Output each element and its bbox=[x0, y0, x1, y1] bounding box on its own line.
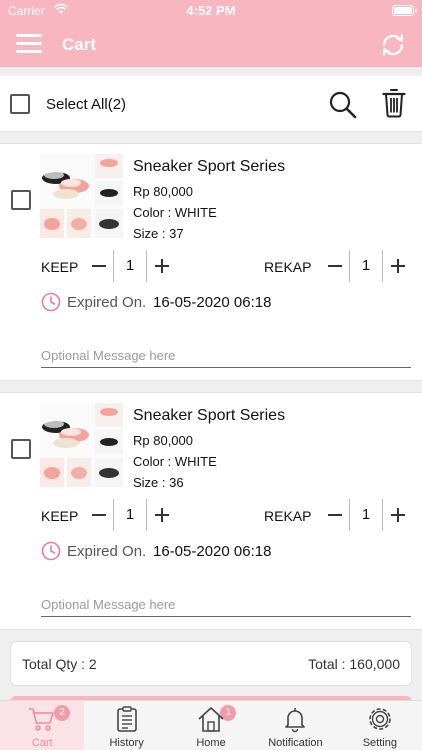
bell-icon bbox=[285, 708, 306, 733]
keep-minus-button[interactable] bbox=[84, 499, 114, 531]
product-size: Size : 37 bbox=[133, 226, 184, 241]
expired-label: Expired On. bbox=[67, 294, 147, 311]
product-name: Sneaker Sport Series bbox=[133, 407, 286, 424]
select-all-label[interactable]: Select All(2) bbox=[46, 96, 126, 113]
product-size: Size : 36 bbox=[133, 475, 184, 490]
rekap-minus-button[interactable] bbox=[320, 250, 350, 282]
gear-icon bbox=[369, 708, 391, 730]
header-bar: Cart bbox=[0, 22, 422, 67]
tab-home[interactable]: Home bbox=[169, 701, 253, 750]
cart-totals: Total Qty : 2 Total : 160,000 bbox=[10, 641, 412, 686]
rekap-quantity-value: 1 bbox=[361, 506, 371, 523]
keep-quantity-value: 1 bbox=[125, 506, 135, 523]
cart-item: Sneaker Sport Series Rp 80,000 Color : W… bbox=[0, 392, 422, 630]
tab-cart[interactable]: 2 Cart bbox=[0, 701, 85, 750]
tab-history[interactable]: 1 History bbox=[84, 701, 237, 750]
product-color: Color : WHITE bbox=[133, 454, 217, 469]
optional-message-input[interactable] bbox=[41, 344, 411, 368]
cart-badge: 2 bbox=[54, 705, 70, 721]
clock-icon bbox=[41, 292, 61, 312]
total-amount: Total : 160,000 bbox=[308, 656, 400, 672]
expired-value: 16-05-2020 06:18 bbox=[153, 543, 272, 560]
rekap-quantity-stepper: 1 bbox=[320, 499, 412, 531]
clipboard-icon bbox=[116, 706, 137, 732]
keep-quantity-stepper: 1 bbox=[84, 499, 176, 531]
tab-label-home: Home bbox=[196, 737, 226, 749]
product-price: Rp 80,000 bbox=[133, 184, 193, 199]
expired-label: Expired On. bbox=[67, 543, 147, 560]
keep-plus-button[interactable] bbox=[146, 250, 176, 282]
cart-item: Sneaker Sport Series Rp 80,000 Color : W… bbox=[0, 143, 422, 381]
rekap-label: REKAP bbox=[264, 259, 312, 275]
bottom-tab-bar: 2 Cart 1 History Home Notification Setti… bbox=[0, 700, 422, 750]
home-icon bbox=[198, 707, 224, 732]
keep-label: KEEP bbox=[41, 508, 79, 524]
keep-minus-button[interactable] bbox=[84, 250, 114, 282]
total-quantity: Total Qty : 2 bbox=[22, 656, 97, 672]
keep-plus-button[interactable] bbox=[146, 499, 176, 531]
cart-icon bbox=[29, 708, 55, 731]
tab-setting[interactable]: Setting bbox=[338, 701, 422, 750]
select-all-bar: Select All(2) bbox=[0, 76, 422, 132]
rekap-quantity-stepper: 1 bbox=[320, 250, 412, 282]
status-bar: Carrier 4:52 PM bbox=[0, 0, 422, 22]
item-checkbox[interactable] bbox=[11, 190, 31, 210]
rekap-plus-button[interactable] bbox=[382, 250, 412, 282]
select-all-checkbox[interactable] bbox=[10, 94, 30, 114]
rekap-quantity-value: 1 bbox=[361, 257, 371, 274]
product-name: Sneaker Sport Series bbox=[133, 158, 286, 175]
trash-icon[interactable] bbox=[382, 88, 406, 118]
hamburger-menu-icon[interactable] bbox=[16, 34, 42, 54]
rekap-minus-button[interactable] bbox=[320, 499, 350, 531]
keep-label: KEEP bbox=[41, 259, 79, 275]
item-checkbox[interactable] bbox=[11, 439, 31, 459]
search-icon[interactable] bbox=[328, 90, 358, 120]
product-thumbnail[interactable] bbox=[40, 154, 123, 238]
status-time: 4:52 PM bbox=[186, 3, 236, 18]
tab-label-history: History bbox=[109, 737, 144, 749]
tab-label-notification: Notification bbox=[268, 737, 323, 749]
product-color: Color : WHITE bbox=[133, 205, 217, 220]
rekap-label: REKAP bbox=[264, 508, 312, 524]
optional-message-input[interactable] bbox=[41, 593, 411, 617]
expired-value: 16-05-2020 06:18 bbox=[153, 294, 272, 311]
keep-quantity-stepper: 1 bbox=[84, 250, 176, 282]
battery-icon bbox=[392, 5, 417, 16]
refresh-icon[interactable] bbox=[376, 28, 410, 62]
keep-quantity-value: 1 bbox=[125, 257, 135, 274]
product-price: Rp 80,000 bbox=[133, 433, 193, 448]
clock-icon bbox=[41, 541, 61, 561]
tab-label-cart: Cart bbox=[31, 737, 53, 749]
product-thumbnail[interactable] bbox=[40, 403, 123, 487]
page-title: Cart bbox=[62, 35, 97, 54]
rekap-plus-button[interactable] bbox=[382, 499, 412, 531]
tab-label-setting: Setting bbox=[362, 737, 397, 749]
tab-notification[interactable]: Notification bbox=[253, 701, 337, 750]
